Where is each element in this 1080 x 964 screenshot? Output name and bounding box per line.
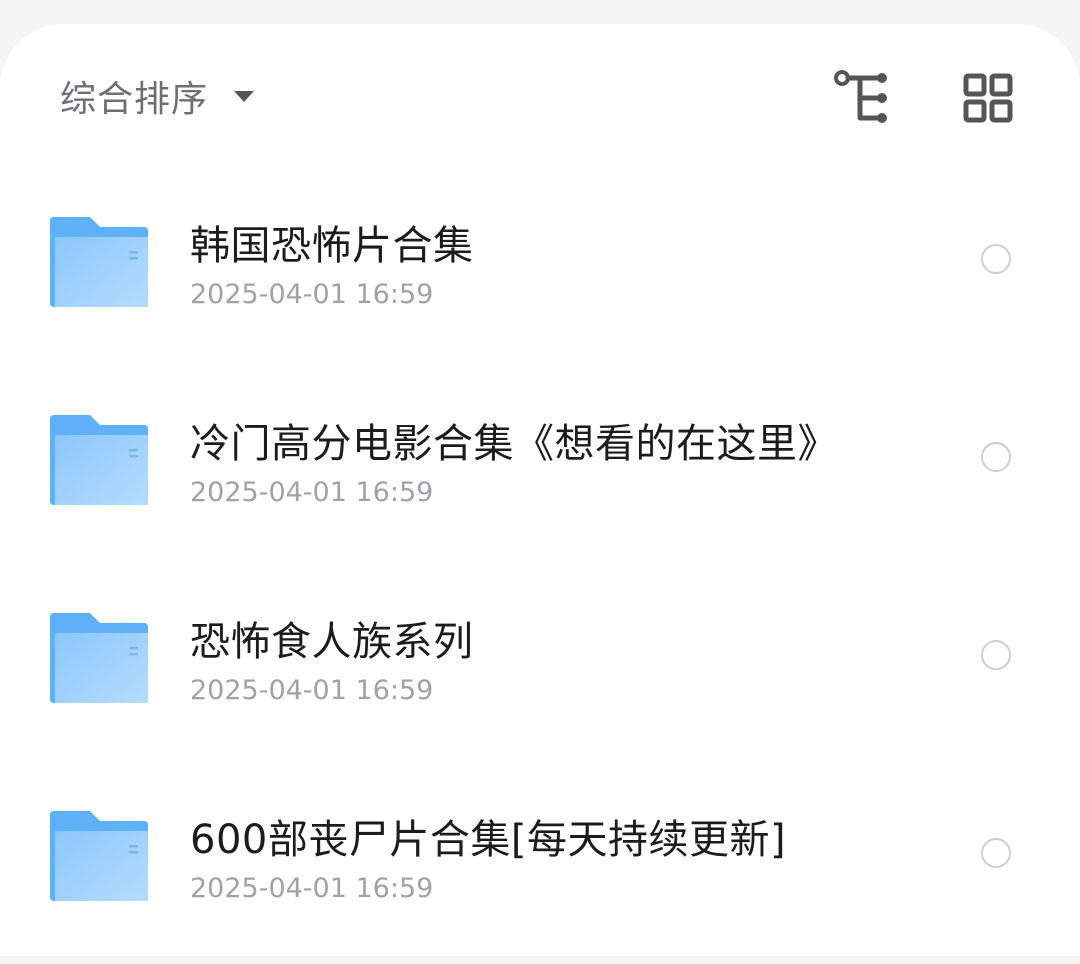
file-list: 韩国恐怖片合集 2025-04-01 16:59 冷门高分电影合集《想看的在这里… [0, 172, 1080, 964]
file-date: 2025-04-01 16:59 [190, 477, 434, 508]
file-date: 2025-04-01 16:59 [190, 675, 434, 706]
grid-view-icon [963, 73, 1013, 123]
list-item[interactable]: 恐怖食人族系列 2025-04-01 16:59 [0, 568, 1080, 766]
sort-label: 综合排序 [60, 79, 209, 120]
tree-view-button[interactable] [830, 66, 894, 130]
folder-icon [50, 415, 148, 505]
sort-dropdown[interactable]: 综合排序 [60, 72, 255, 120]
select-radio[interactable] [981, 640, 1011, 670]
file-name: 韩国恐怖片合集 [190, 223, 474, 269]
grid-view-button[interactable] [955, 66, 1019, 130]
file-name: 冷门高分电影合集《想看的在这里》 [190, 421, 838, 467]
file-date: 2025-04-01 16:59 [190, 279, 434, 310]
select-radio[interactable] [981, 442, 1011, 472]
folder-icon [50, 217, 148, 307]
file-name: 恐怖食人族系列 [190, 619, 474, 665]
folder-icon [50, 613, 148, 703]
list-item[interactable]: 冷门高分电影合集《想看的在这里》 2025-04-01 16:59 [0, 370, 1080, 568]
tree-view-icon [834, 70, 887, 123]
file-list-sheet: 综合排序 韩国恐怖片合集 2025-04-01 16:59 冷门高分电影合集《想… [0, 24, 1080, 956]
list-item[interactable]: 600部丧尸片合集[每天持续更新] 2025-04-01 16:59 [0, 766, 1080, 964]
toolbar: 综合排序 [0, 24, 1080, 164]
file-name: 600部丧尸片合集[每天持续更新] [190, 817, 787, 863]
list-item[interactable]: 韩国恐怖片合集 2025-04-01 16:59 [0, 172, 1080, 370]
select-radio[interactable] [981, 838, 1011, 868]
caret-down-icon [234, 90, 255, 102]
select-radio[interactable] [981, 244, 1011, 274]
folder-icon [50, 811, 148, 901]
file-date: 2025-04-01 16:59 [190, 873, 434, 904]
